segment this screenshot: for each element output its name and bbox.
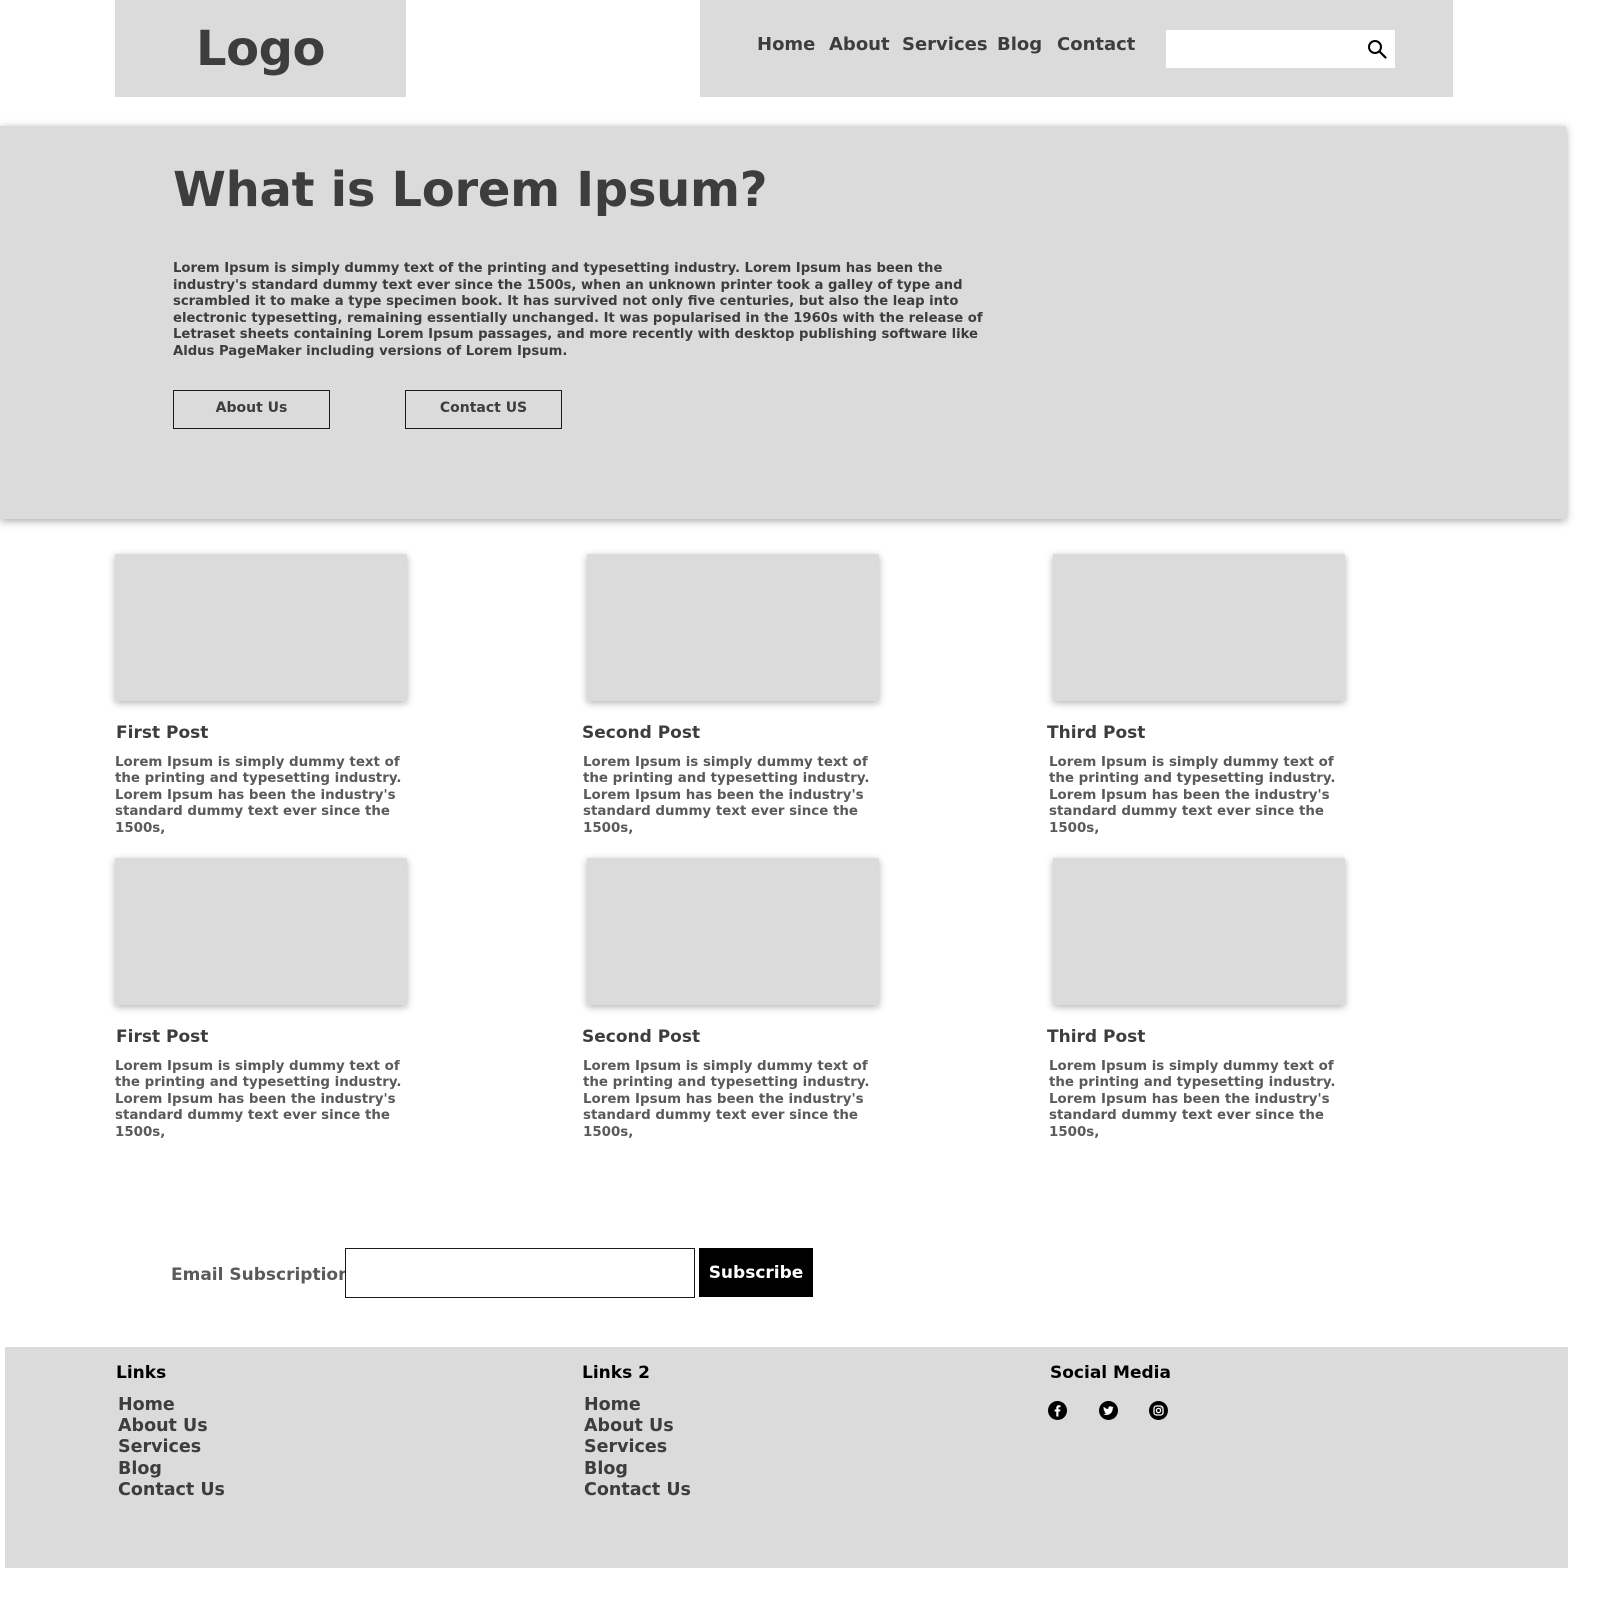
post-image[interactable] xyxy=(1053,858,1345,1005)
hero-text: Lorem Ipsum is simply dummy text of the … xyxy=(173,261,983,359)
search-input[interactable] xyxy=(1166,30,1361,68)
footer-link-home[interactable]: Home xyxy=(118,1395,225,1416)
post-title[interactable]: First Post xyxy=(116,723,208,743)
footer-link-about-us[interactable]: About Us xyxy=(584,1416,691,1437)
post-text: Lorem Ipsum is simply dummy text of the … xyxy=(1049,755,1336,836)
footer-link-contact-us[interactable]: Contact Us xyxy=(584,1480,691,1501)
footer-links-heading: Links xyxy=(116,1363,167,1383)
footer-link-contact-us[interactable]: Contact Us xyxy=(118,1480,225,1501)
facebook-icon[interactable] xyxy=(1048,1401,1067,1420)
footer-links-list: Home About Us Services Blog Contact Us xyxy=(118,1395,225,1501)
subscribe-button[interactable]: Subscribe xyxy=(699,1248,813,1297)
footer-link-home[interactable]: Home xyxy=(584,1395,691,1416)
post-title[interactable]: Third Post xyxy=(1047,723,1145,743)
nav-bar: Home About Services Blog Contact xyxy=(700,0,1453,97)
footer-link-services[interactable]: Services xyxy=(118,1437,225,1458)
post-title[interactable]: Third Post xyxy=(1047,1027,1145,1047)
footer-link-blog[interactable]: Blog xyxy=(118,1459,225,1480)
footer-link-blog[interactable]: Blog xyxy=(584,1459,691,1480)
nav-contact[interactable]: Contact xyxy=(1057,34,1135,55)
post-text: Lorem Ipsum is simply dummy text of the … xyxy=(583,1059,870,1140)
contact-us-button[interactable]: Contact US xyxy=(405,390,562,429)
nav-services[interactable]: Services xyxy=(902,34,988,55)
footer-link-about-us[interactable]: About Us xyxy=(118,1416,225,1437)
email-subscription-label: Email Subscription xyxy=(171,1265,351,1285)
logo: Logo xyxy=(196,20,325,77)
nav-about[interactable]: About xyxy=(829,34,890,55)
post-image[interactable] xyxy=(587,554,879,701)
twitter-icon[interactable] xyxy=(1099,1401,1118,1420)
about-us-button[interactable]: About Us xyxy=(173,390,330,429)
instagram-icon[interactable] xyxy=(1149,1401,1168,1420)
footer-social-heading: Social Media xyxy=(1050,1363,1171,1383)
post-title[interactable]: Second Post xyxy=(582,723,700,743)
post-text: Lorem Ipsum is simply dummy text of the … xyxy=(583,755,870,836)
footer-links2-heading: Links 2 xyxy=(582,1363,650,1383)
post-text: Lorem Ipsum is simply dummy text of the … xyxy=(115,1059,402,1140)
post-title[interactable]: First Post xyxy=(116,1027,208,1047)
hero-title: What is Lorem Ipsum? xyxy=(173,162,768,218)
email-field[interactable] xyxy=(345,1248,695,1298)
footer-link-services[interactable]: Services xyxy=(584,1437,691,1458)
footer: Links Home About Us Services Blog Contac… xyxy=(5,1347,1568,1568)
post-image[interactable] xyxy=(115,858,407,1005)
post-image[interactable] xyxy=(587,858,879,1005)
post-image[interactable] xyxy=(115,554,407,701)
post-title[interactable]: Second Post xyxy=(582,1027,700,1047)
nav-home[interactable]: Home xyxy=(757,34,815,55)
search-box xyxy=(1166,30,1395,68)
search-icon[interactable] xyxy=(1367,39,1387,59)
post-text: Lorem Ipsum is simply dummy text of the … xyxy=(115,755,402,836)
logo-box[interactable]: Logo xyxy=(115,0,406,97)
post-text: Lorem Ipsum is simply dummy text of the … xyxy=(1049,1059,1336,1140)
nav-blog[interactable]: Blog xyxy=(997,34,1042,55)
footer-links2-list: Home About Us Services Blog Contact Us xyxy=(584,1395,691,1501)
post-image[interactable] xyxy=(1053,554,1345,701)
hero-section: What is Lorem Ipsum? Lorem Ipsum is simp… xyxy=(0,126,1566,519)
